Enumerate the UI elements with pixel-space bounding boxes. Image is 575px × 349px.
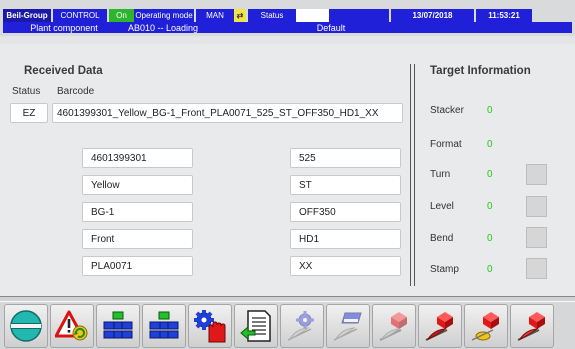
gear-hand-icon: [194, 310, 226, 343]
right-field-3: OFF350: [290, 202, 401, 222]
turn-indicator: [526, 164, 547, 185]
target-value-stacker: 0: [487, 105, 493, 116]
warning-alarm-icon: [55, 310, 88, 341]
red-cube-pen-icon: [379, 312, 407, 341]
mode-switch-icon[interactable]: ⇄: [234, 9, 246, 22]
target-value-bend: 0: [487, 233, 493, 244]
target-value-level: 0: [487, 201, 493, 212]
target-label-format: Format: [430, 139, 462, 150]
barcode-field: 4601399301_Yellow_BG-1_Front_PLA0071_525…: [52, 103, 403, 123]
alarm-button[interactable]: [50, 304, 94, 348]
plant-component-value: AB010 -- Loading: [125, 22, 275, 33]
conveyor-view-button-1[interactable]: [96, 304, 140, 348]
status-column-header: Status: [12, 86, 41, 97]
status-field: EZ: [10, 103, 48, 123]
tool-button-2[interactable]: [418, 304, 462, 348]
plant-component-label: Plant component: [3, 22, 125, 33]
right-field-5: XX: [290, 256, 401, 276]
main-panel: Received Data Status Barcode EZ 46013993…: [0, 44, 575, 296]
red-cube-pen-icon: [425, 312, 453, 341]
target-label-bend: Bend: [430, 233, 454, 244]
target-label-level: Level: [430, 201, 454, 212]
profile-name: Default: [275, 22, 387, 33]
received-data-title: Received Data: [24, 65, 103, 77]
barcode-column-header: Barcode: [57, 86, 95, 97]
section-divider: [410, 64, 415, 286]
right-field-4: HD1: [290, 229, 401, 249]
target-label-stamp: Stamp: [430, 264, 459, 275]
target-label-stacker: Stacker: [430, 105, 464, 116]
tool-button-4[interactable]: [510, 304, 554, 348]
document-import-icon: [240, 310, 271, 342]
left-field-4: Front: [82, 229, 193, 249]
bend-indicator: [526, 227, 547, 248]
date-display: 13/07/2018: [391, 9, 474, 22]
status-value: [296, 9, 329, 22]
tool-button-1[interactable]: [372, 304, 416, 348]
target-value-turn: 0: [487, 169, 493, 180]
target-value-stamp: 0: [487, 264, 493, 275]
control-state-indicator: On: [109, 9, 134, 22]
conveyor-view-button-2[interactable]: [142, 304, 186, 348]
left-field-3: BG-1: [82, 202, 193, 222]
stamp-setup-button[interactable]: [326, 304, 370, 348]
tool-button-3[interactable]: [464, 304, 508, 348]
time-display: 11:53:21: [476, 9, 532, 22]
target-value-format: 0: [487, 139, 493, 150]
left-field-5: PLA0071: [82, 256, 193, 276]
left-field-1: 4601399301: [82, 148, 193, 168]
stamp-feather-icon: [333, 312, 362, 341]
right-field-2: ST: [290, 175, 401, 195]
company-name: Beil-Group: [3, 9, 51, 22]
home-button[interactable]: [4, 304, 48, 348]
target-label-turn: Turn: [430, 169, 451, 180]
function-toolbar: [0, 302, 575, 349]
left-field-2: Yellow: [82, 175, 193, 195]
red-cube-pen-icon: [471, 312, 499, 341]
manual-settings-button[interactable]: [188, 304, 232, 348]
home-globe-icon: [10, 310, 42, 342]
target-information-title: Target Information: [430, 65, 531, 77]
red-cube-pen-icon: [517, 312, 545, 341]
status-label: Status: [248, 9, 296, 22]
operating-mode-value: MAN: [196, 9, 234, 22]
conveyor-blocks-icon: [103, 311, 133, 339]
gear-feather-icon: [287, 311, 314, 341]
right-field-1: 525: [290, 148, 401, 168]
conveyor-blocks-icon: [149, 311, 179, 339]
stamp-indicator: [526, 258, 547, 279]
parameter-button[interactable]: [280, 304, 324, 348]
operating-mode-label: Operating mode: [134, 9, 194, 22]
level-indicator: [526, 196, 547, 217]
control-label: CONTROL: [53, 9, 107, 22]
data-import-button[interactable]: [234, 304, 278, 348]
header-bar: Beil-Group CONTROL On Operating mode MAN…: [0, 0, 575, 36]
